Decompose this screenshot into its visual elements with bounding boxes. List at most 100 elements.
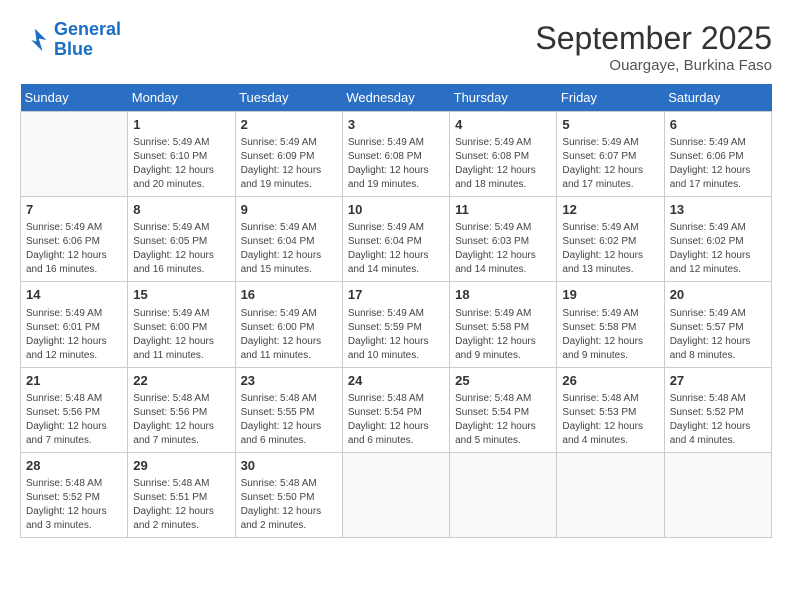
day-number: 2 [241, 116, 337, 134]
calendar-cell: 22 Sunrise: 5:48 AM Sunset: 5:56 PM Dayli… [128, 367, 235, 452]
day-info: Sunrise: 5:48 AM Sunset: 5:54 PM Dayligh… [348, 392, 444, 448]
calendar-cell: 15 Sunrise: 5:49 AM Sunset: 6:00 PM Dayli… [128, 282, 235, 367]
day-info: Sunrise: 5:48 AM Sunset: 5:50 PM Dayligh… [241, 477, 337, 533]
day-info: Sunrise: 5:49 AM Sunset: 6:08 PM Dayligh… [455, 136, 551, 192]
day-number: 22 [133, 372, 229, 390]
day-info: Sunrise: 5:49 AM Sunset: 6:01 PM Dayligh… [26, 307, 122, 363]
calendar-cell: 26 Sunrise: 5:48 AM Sunset: 5:53 PM Dayli… [557, 367, 664, 452]
day-number: 27 [670, 372, 766, 390]
calendar-cell: 17 Sunrise: 5:49 AM Sunset: 5:59 PM Dayli… [342, 282, 449, 367]
logo: General Blue [20, 20, 121, 60]
day-number: 12 [562, 201, 658, 219]
day-number: 16 [241, 286, 337, 304]
calendar-cell: 8 Sunrise: 5:49 AM Sunset: 6:05 PM Daylig… [128, 197, 235, 282]
calendar-cell: 4 Sunrise: 5:49 AM Sunset: 6:08 PM Daylig… [450, 112, 557, 197]
calendar-cell [342, 452, 449, 537]
day-number: 5 [562, 116, 658, 134]
calendar-cell: 7 Sunrise: 5:49 AM Sunset: 6:06 PM Daylig… [21, 197, 128, 282]
weekday-header-monday: Monday [128, 84, 235, 112]
day-number: 3 [348, 116, 444, 134]
calendar-cell: 30Sunrise: 5:48 AM Sunset: 5:50 PM Dayli… [235, 452, 342, 537]
day-number: 10 [348, 201, 444, 219]
day-info: Sunrise: 5:49 AM Sunset: 5:58 PM Dayligh… [455, 307, 551, 363]
day-info: Sunrise: 5:49 AM Sunset: 6:06 PM Dayligh… [26, 221, 122, 277]
calendar-cell [450, 452, 557, 537]
day-number: 23 [241, 372, 337, 390]
day-number: 7 [26, 201, 122, 219]
day-info: Sunrise: 5:49 AM Sunset: 6:09 PM Dayligh… [241, 136, 337, 192]
day-number: 18 [455, 286, 551, 304]
calendar-week-row: 21 Sunrise: 5:48 AM Sunset: 5:56 PM Dayli… [21, 367, 772, 452]
day-info: Sunrise: 5:49 AM Sunset: 5:59 PM Dayligh… [348, 307, 444, 363]
day-info: Sunrise: 5:49 AM Sunset: 6:03 PM Dayligh… [455, 221, 551, 277]
location-subtitle: Ouargaye, Burkina Faso [535, 57, 772, 74]
day-info: Sunrise: 5:48 AM Sunset: 5:52 PM Dayligh… [670, 392, 766, 448]
day-info: Sunrise: 5:49 AM Sunset: 6:02 PM Dayligh… [562, 221, 658, 277]
day-number: 21 [26, 372, 122, 390]
day-info: Sunrise: 5:48 AM Sunset: 5:51 PM Dayligh… [133, 477, 229, 533]
weekday-header-friday: Friday [557, 84, 664, 112]
weekday-header-saturday: Saturday [664, 84, 771, 112]
day-info: Sunrise: 5:49 AM Sunset: 5:58 PM Dayligh… [562, 307, 658, 363]
title-block: September 2025 Ouargaye, Burkina Faso [535, 20, 772, 74]
day-info: Sunrise: 5:48 AM Sunset: 5:55 PM Dayligh… [241, 392, 337, 448]
day-number: 8 [133, 201, 229, 219]
day-number: 17 [348, 286, 444, 304]
calendar-cell: 5 Sunrise: 5:49 AM Sunset: 6:07 PM Daylig… [557, 112, 664, 197]
calendar-cell: 2 Sunrise: 5:49 AM Sunset: 6:09 PM Daylig… [235, 112, 342, 197]
calendar-cell: 1 Sunrise: 5:49 AM Sunset: 6:10 PM Daylig… [128, 112, 235, 197]
calendar-table: SundayMondayTuesdayWednesdayThursdayFrid… [20, 84, 772, 538]
calendar-cell: 14Sunrise: 5:49 AM Sunset: 6:01 PM Dayli… [21, 282, 128, 367]
day-info: Sunrise: 5:48 AM Sunset: 5:53 PM Dayligh… [562, 392, 658, 448]
day-info: Sunrise: 5:48 AM Sunset: 5:54 PM Dayligh… [455, 392, 551, 448]
day-info: Sunrise: 5:49 AM Sunset: 6:05 PM Dayligh… [133, 221, 229, 277]
calendar-cell: 19 Sunrise: 5:49 AM Sunset: 5:58 PM Dayli… [557, 282, 664, 367]
weekday-header-thursday: Thursday [450, 84, 557, 112]
logo-bird-icon [20, 25, 50, 55]
calendar-cell [21, 112, 128, 197]
day-info: Sunrise: 5:48 AM Sunset: 5:56 PM Dayligh… [26, 392, 122, 448]
day-info: Sunrise: 5:49 AM Sunset: 5:57 PM Dayligh… [670, 307, 766, 363]
day-number: 20 [670, 286, 766, 304]
day-info: Sunrise: 5:48 AM Sunset: 5:52 PM Dayligh… [26, 477, 122, 533]
calendar-cell: 24Sunrise: 5:48 AM Sunset: 5:54 PM Dayli… [342, 367, 449, 452]
day-info: Sunrise: 5:49 AM Sunset: 6:07 PM Dayligh… [562, 136, 658, 192]
day-number: 26 [562, 372, 658, 390]
day-number: 28 [26, 457, 122, 475]
day-info: Sunrise: 5:48 AM Sunset: 5:56 PM Dayligh… [133, 392, 229, 448]
weekday-header-tuesday: Tuesday [235, 84, 342, 112]
calendar-cell: 10 Sunrise: 5:49 AM Sunset: 6:04 PM Dayli… [342, 197, 449, 282]
day-info: Sunrise: 5:49 AM Sunset: 6:10 PM Dayligh… [133, 136, 229, 192]
calendar-cell: 25 Sunrise: 5:48 AM Sunset: 5:54 PM Dayli… [450, 367, 557, 452]
calendar-cell: 27 Sunrise: 5:48 AM Sunset: 5:52 PM Dayli… [664, 367, 771, 452]
calendar-week-row: 28 Sunrise: 5:48 AM Sunset: 5:52 PM Dayli… [21, 452, 772, 537]
day-number: 6 [670, 116, 766, 134]
day-number: 25 [455, 372, 551, 390]
day-info: Sunrise: 5:49 AM Sunset: 6:00 PM Dayligh… [133, 307, 229, 363]
logo-text: General Blue [54, 20, 121, 60]
calendar-cell: 9Sunrise: 5:49 AM Sunset: 6:04 PM Daylig… [235, 197, 342, 282]
day-info: Sunrise: 5:49 AM Sunset: 6:04 PM Dayligh… [348, 221, 444, 277]
day-number: 13 [670, 201, 766, 219]
page-header: General Blue September 2025 Ouargaye, Bu… [20, 20, 772, 74]
calendar-cell: 13 Sunrise: 5:49 AM Sunset: 6:02 PM Dayli… [664, 197, 771, 282]
day-number: 15 [133, 286, 229, 304]
calendar-cell: 29 Sunrise: 5:48 AM Sunset: 5:51 PM Dayli… [128, 452, 235, 537]
calendar-cell [664, 452, 771, 537]
day-number: 11 [455, 201, 551, 219]
day-info: Sunrise: 5:49 AM Sunset: 6:02 PM Dayligh… [670, 221, 766, 277]
calendar-cell: 21 Sunrise: 5:48 AM Sunset: 5:56 PM Dayli… [21, 367, 128, 452]
calendar-cell: 28 Sunrise: 5:48 AM Sunset: 5:52 PM Dayli… [21, 452, 128, 537]
day-number: 29 [133, 457, 229, 475]
day-number: 4 [455, 116, 551, 134]
day-info: Sunrise: 5:49 AM Sunset: 6:00 PM Dayligh… [241, 307, 337, 363]
day-info: Sunrise: 5:49 AM Sunset: 6:08 PM Dayligh… [348, 136, 444, 192]
calendar-cell: 11 Sunrise: 5:49 AM Sunset: 6:03 PM Dayli… [450, 197, 557, 282]
calendar-cell: 20 Sunrise: 5:49 AM Sunset: 5:57 PM Dayli… [664, 282, 771, 367]
day-number: 1 [133, 116, 229, 134]
weekday-header-wednesday: Wednesday [342, 84, 449, 112]
calendar-cell: 12 Sunrise: 5:49 AM Sunset: 6:02 PM Dayli… [557, 197, 664, 282]
calendar-cell: 6Sunrise: 5:49 AM Sunset: 6:06 PM Daylig… [664, 112, 771, 197]
day-number: 19 [562, 286, 658, 304]
calendar-cell: 16 Sunrise: 5:49 AM Sunset: 6:00 PM Dayli… [235, 282, 342, 367]
